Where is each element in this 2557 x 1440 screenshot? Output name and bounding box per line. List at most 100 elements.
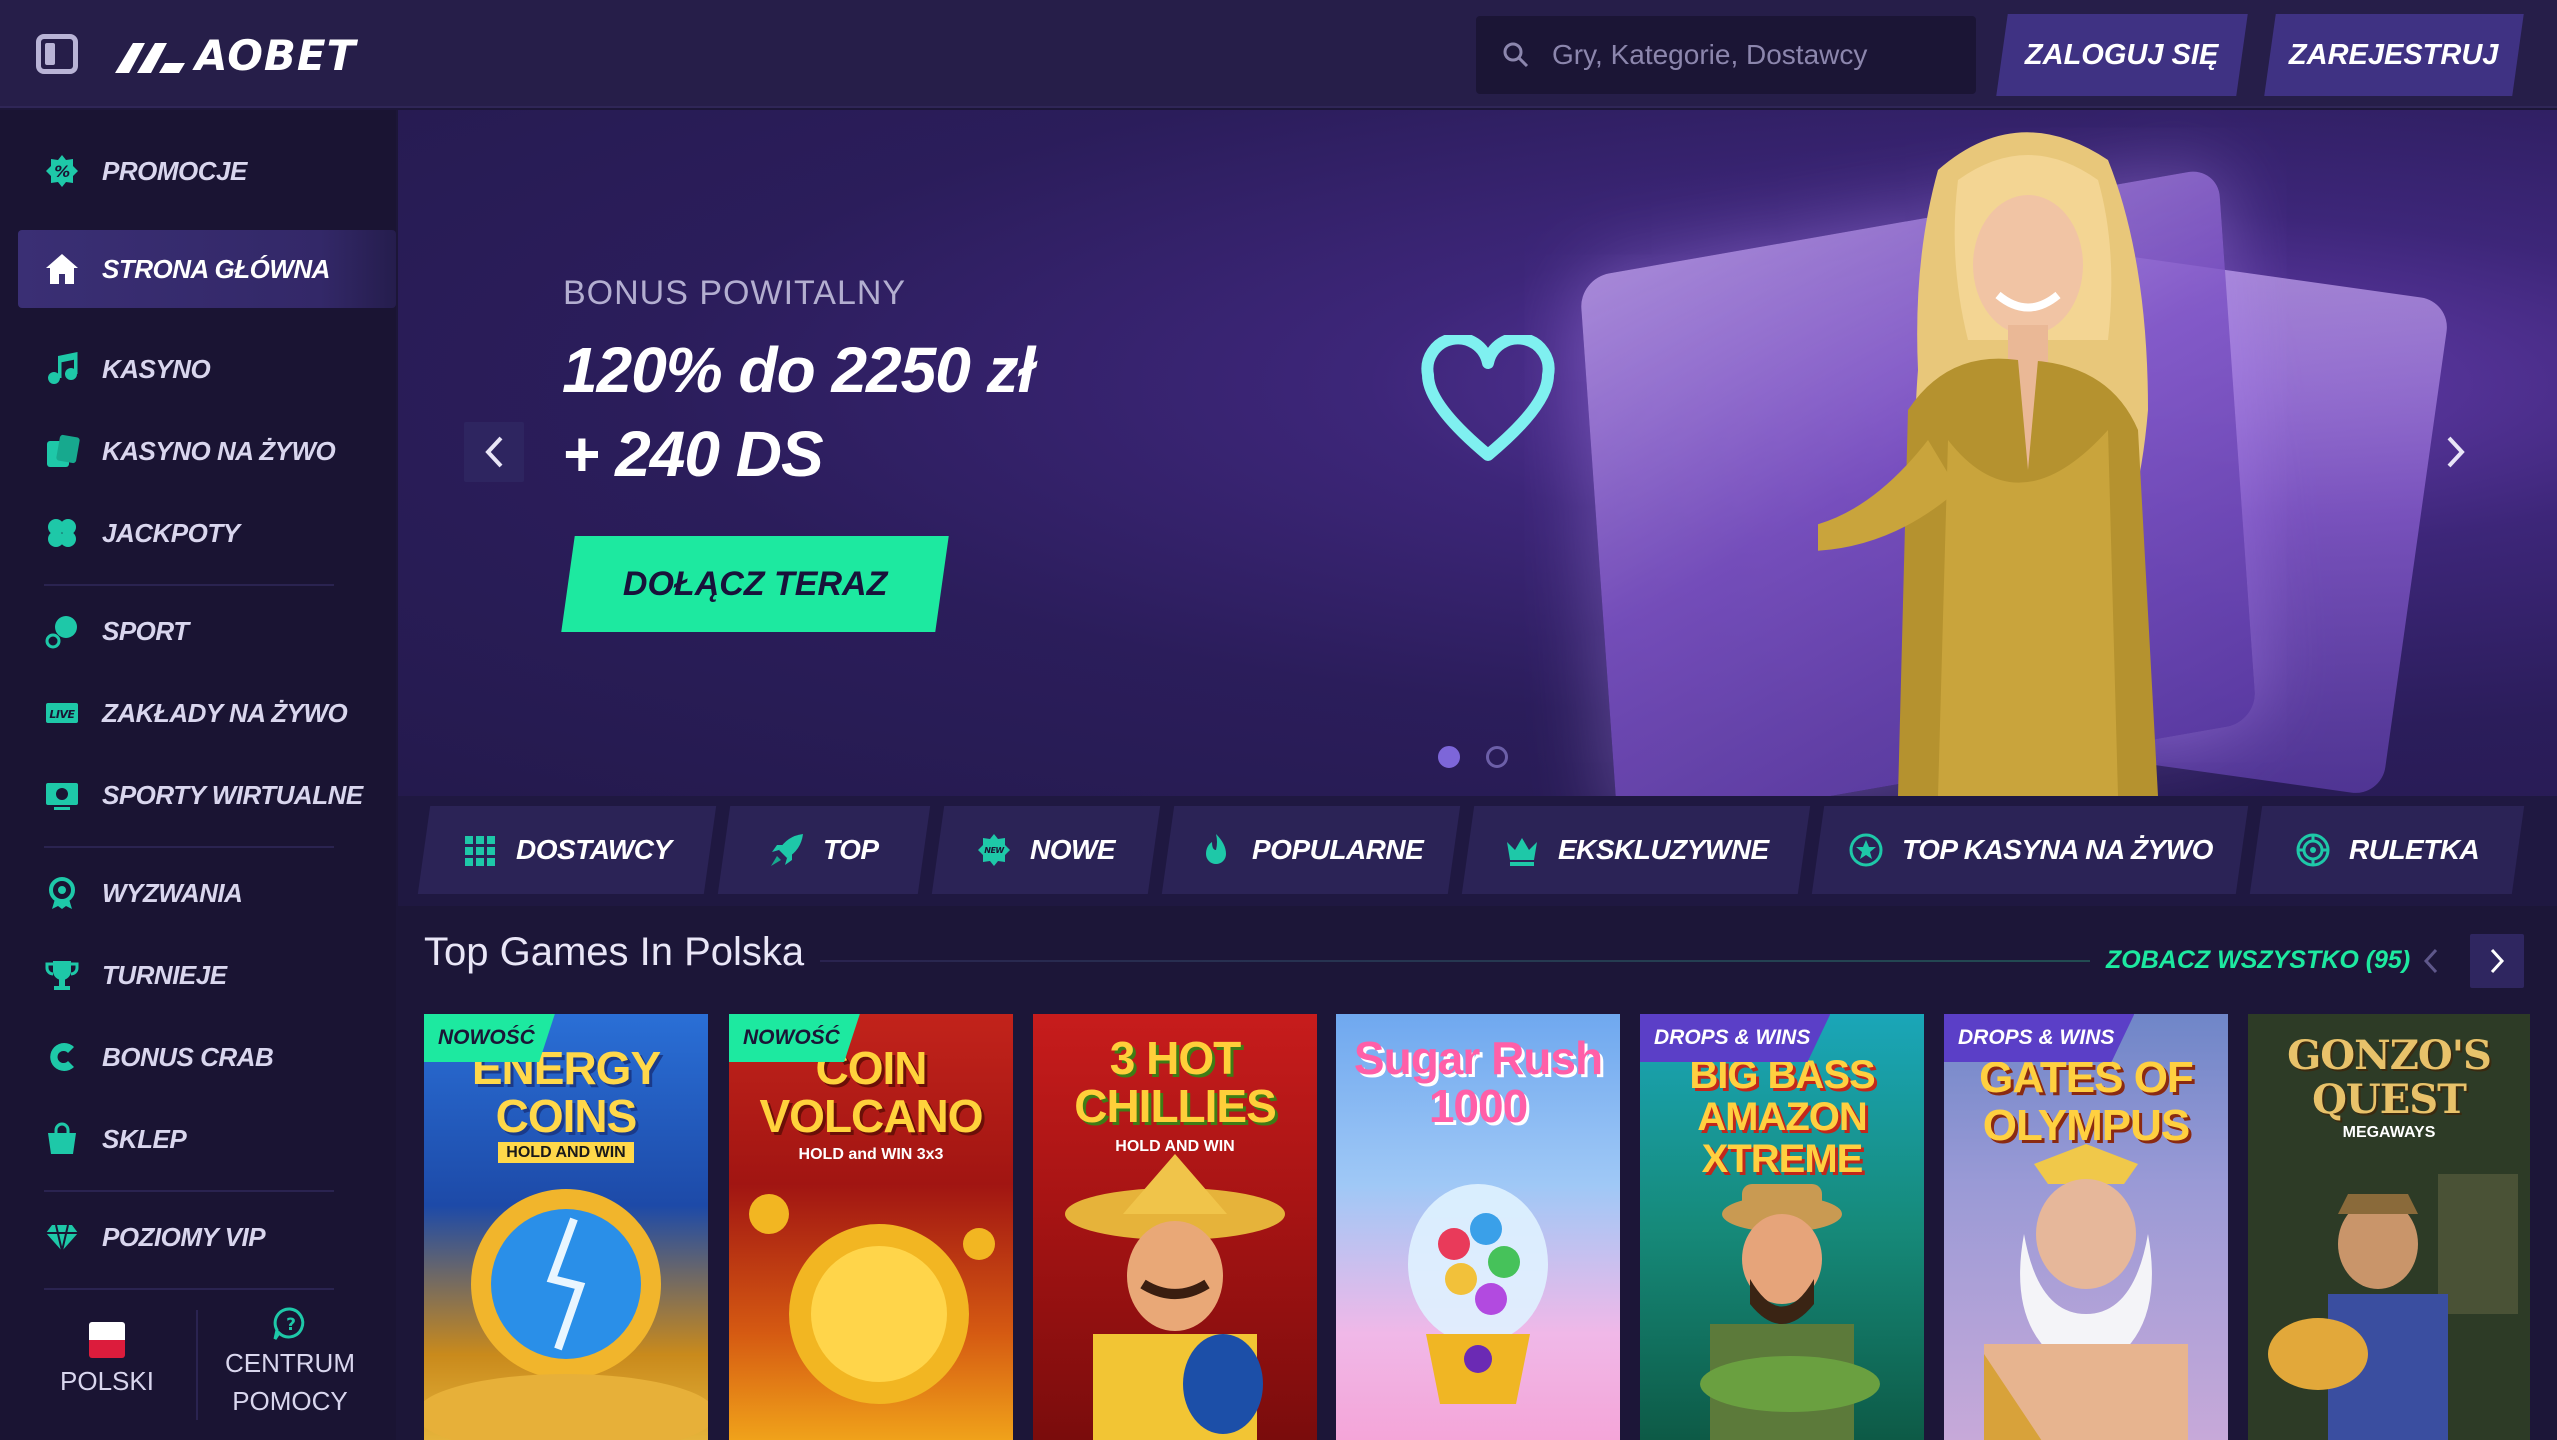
game-tile-coin-volcano[interactable]: COIN VOLCANO HOLD and WIN 3x3 NOWOŚĆ: [729, 1014, 1013, 1440]
sidebar-item-turnieje[interactable]: TURNIEJE: [18, 936, 396, 1014]
sidebar-item-wyzwania[interactable]: WYZWANIA: [18, 854, 396, 932]
sidebar-item-label: KASYNO: [102, 353, 211, 384]
sidebar-toggle-icon[interactable]: [36, 34, 78, 74]
login-button[interactable]: ZALOGUJ SIĘ: [1996, 14, 2248, 96]
sidebar-item-label: SPORTY WIRTUALNE: [102, 779, 363, 810]
category-label: EKSKLUZYWNE: [1557, 834, 1769, 865]
sidebar-item-label: STRONA GŁÓWNA: [102, 253, 330, 284]
sidebar-item-label: POZIOMY VIP: [102, 1221, 266, 1252]
sidebar-item-bonus-crab[interactable]: BONUS CRAB: [18, 1018, 396, 1096]
register-button-label: ZAREJESTRUJ: [2289, 38, 2499, 71]
section-divider-line: [820, 960, 2090, 962]
category-bar: DOSTAWCY TOP NEW NOWE POPULARNE EKSKLUZY…: [398, 796, 2557, 906]
music-note-icon: [48, 352, 78, 384]
game-tile-big-bass-amazon-xtreme[interactable]: BIG BASS AMAZON XTREME DROPS & WINS: [1640, 1014, 1924, 1440]
help-center-link[interactable]: ? CENTRUM POMOCY: [210, 1306, 370, 1420]
sidebar-item-label: ZAKŁADY NA ŻYWO: [102, 697, 348, 728]
hero-model-image: [1818, 132, 2158, 796]
sidebar-item-label: TURNIEJE: [102, 959, 227, 990]
game-title: 3 HOT CHILLIES: [1074, 1032, 1277, 1132]
new-badge-icon: NEW: [978, 834, 1011, 866]
svg-text:LIVE: LIVE: [49, 708, 75, 721]
category-top-kasyna-na-zywo[interactable]: TOP KASYNA NA ŻYWO: [1811, 806, 2249, 894]
see-all-link[interactable]: ZOBACZ WSZYSTKO (95): [2106, 946, 2410, 975]
sidebar-divider: [44, 1288, 334, 1290]
sidebar-item-label: PROMOCJE: [102, 155, 247, 186]
category-label: DOSTAWCY: [516, 834, 672, 865]
live-badge-icon: LIVE: [46, 703, 78, 723]
category-top[interactable]: TOP: [717, 806, 931, 894]
diamond-icon: [46, 1224, 78, 1252]
hero-banner[interactable]: BONUS POWITALNY 120% do 2250 zł + 240 DS…: [398, 110, 2557, 796]
sidebar-item-jackpoty[interactable]: JACKPOTY: [18, 494, 396, 572]
help-bubble-icon: ?: [273, 1307, 305, 1340]
sidebar-bottom-divider: [196, 1310, 198, 1420]
join-now-label: DOŁĄCZ TERAZ: [622, 564, 888, 603]
category-popularne[interactable]: POPULARNE: [1161, 806, 1461, 894]
bonus-title: 120% do 2250 zł + 240 DS: [562, 328, 1035, 496]
claw-icon: [50, 1043, 74, 1071]
star-circle-icon: [1849, 833, 1883, 867]
category-label: POPULARNE: [1252, 834, 1424, 865]
game-tile-sugar-rush-1000[interactable]: Sugar Rush 1000: [1336, 1014, 1620, 1440]
games-prev-button[interactable]: [2404, 934, 2458, 988]
sidebar-item-label: JACKPOTY: [102, 517, 240, 548]
game-subtitle: HOLD and WIN 3x3: [798, 1146, 944, 1163]
virtual-sports-icon: [46, 783, 78, 810]
language-label: POLSKI: [60, 1366, 154, 1396]
sidebar-item-zaklady-na-zywo[interactable]: LIVE ZAKŁADY NA ŻYWO: [18, 674, 396, 752]
sidebar-item-label: BONUS CRAB: [102, 1041, 274, 1072]
sidebar-item-label: KASYNO NA ŻYWO: [102, 435, 336, 466]
sidebar-item-poziomy-vip[interactable]: POZIOMY VIP: [18, 1198, 396, 1276]
game-tile-gates-of-olympus[interactable]: GATES OF OLYMPUS DROPS & WINS: [1944, 1014, 2228, 1440]
game-subtitle: HOLD AND WIN: [424, 1142, 708, 1163]
sidebar-item-strona-glowna[interactable]: STRONA GŁÓWNA: [18, 230, 396, 308]
game-title: BIG BASS AMAZON XTREME: [1689, 1053, 1875, 1181]
games-next-button[interactable]: [2470, 934, 2524, 988]
help-label-line1: CENTRUM: [225, 1348, 355, 1378]
hero-next-button[interactable]: [2426, 422, 2486, 482]
sidebar-divider: [44, 584, 334, 586]
sidebar-item-promocje[interactable]: % PROMOCJE: [18, 132, 396, 210]
game-tile-3-hot-chillies[interactable]: 3 HOT CHILLIES HOLD AND WIN: [1033, 1014, 1317, 1440]
logo-text: AOBET: [195, 30, 357, 80]
chevron-left-icon: [2423, 948, 2438, 974]
bonus-title-line1: 120% do 2250 zł: [562, 334, 1035, 406]
svg-text:%: %: [54, 162, 70, 181]
sidebar-divider: [44, 846, 334, 848]
game-title: Sugar Rush 1000: [1353, 1032, 1603, 1132]
game-tile-energy-coins[interactable]: ENERGY COINS HOLD AND WIN NOWOŚĆ: [424, 1014, 708, 1440]
category-ekskluzywne[interactable]: EKSKLUZYWNE: [1461, 806, 1811, 894]
register-button[interactable]: ZAREJESTRUJ: [2264, 14, 2524, 96]
crown-icon: [1506, 838, 1537, 866]
game-title: GATES OF OLYMPUS: [1979, 1053, 2194, 1150]
sidebar-item-kasyno[interactable]: KASYNO: [18, 330, 396, 408]
chevron-left-icon: [485, 436, 503, 468]
search-box[interactable]: [1476, 16, 1976, 94]
aobet-logo[interactable]: AOBET: [115, 30, 356, 80]
game-tile-gonzos-quest[interactable]: GONZO'S QUEST MEGAWAYS: [2248, 1014, 2530, 1440]
logo-mark-icon: [115, 43, 185, 73]
category-dostawcy[interactable]: DOSTAWCY: [417, 806, 717, 894]
sidebar-item-sporty-wirtualne[interactable]: SPORTY WIRTUALNE: [18, 756, 396, 834]
live-cards-icon: [47, 434, 80, 467]
sidebar-item-kasyno-na-zywo[interactable]: KASYNO NA ŻYWO: [18, 412, 396, 490]
search-input[interactable]: [1552, 39, 1952, 71]
top-games-title: Top Games In Polska: [424, 930, 805, 974]
carousel-dot[interactable]: [1438, 746, 1460, 768]
hero-prev-button[interactable]: [464, 422, 524, 482]
language-selector[interactable]: POLSKI: [42, 1322, 172, 1397]
category-nowe[interactable]: NEW NOWE: [931, 806, 1161, 894]
join-now-button[interactable]: DOŁĄCZ TERAZ: [561, 536, 949, 632]
trophy-icon: [45, 961, 79, 990]
carousel-dots: [1438, 746, 1508, 768]
svg-text:?: ?: [286, 1315, 296, 1335]
drops-wins-badge: DROPS & WINS: [1944, 1014, 2135, 1062]
sidebar-item-sklep[interactable]: SKLEP: [18, 1100, 396, 1178]
drops-wins-badge: DROPS & WINS: [1640, 1014, 1831, 1062]
carousel-dot[interactable]: [1486, 746, 1508, 768]
poland-flag-icon: [89, 1322, 125, 1358]
sidebar-item-sport[interactable]: SPORT: [18, 592, 396, 670]
category-ruletka[interactable]: RULETKA: [2249, 806, 2525, 894]
flame-icon: [1206, 834, 1227, 864]
